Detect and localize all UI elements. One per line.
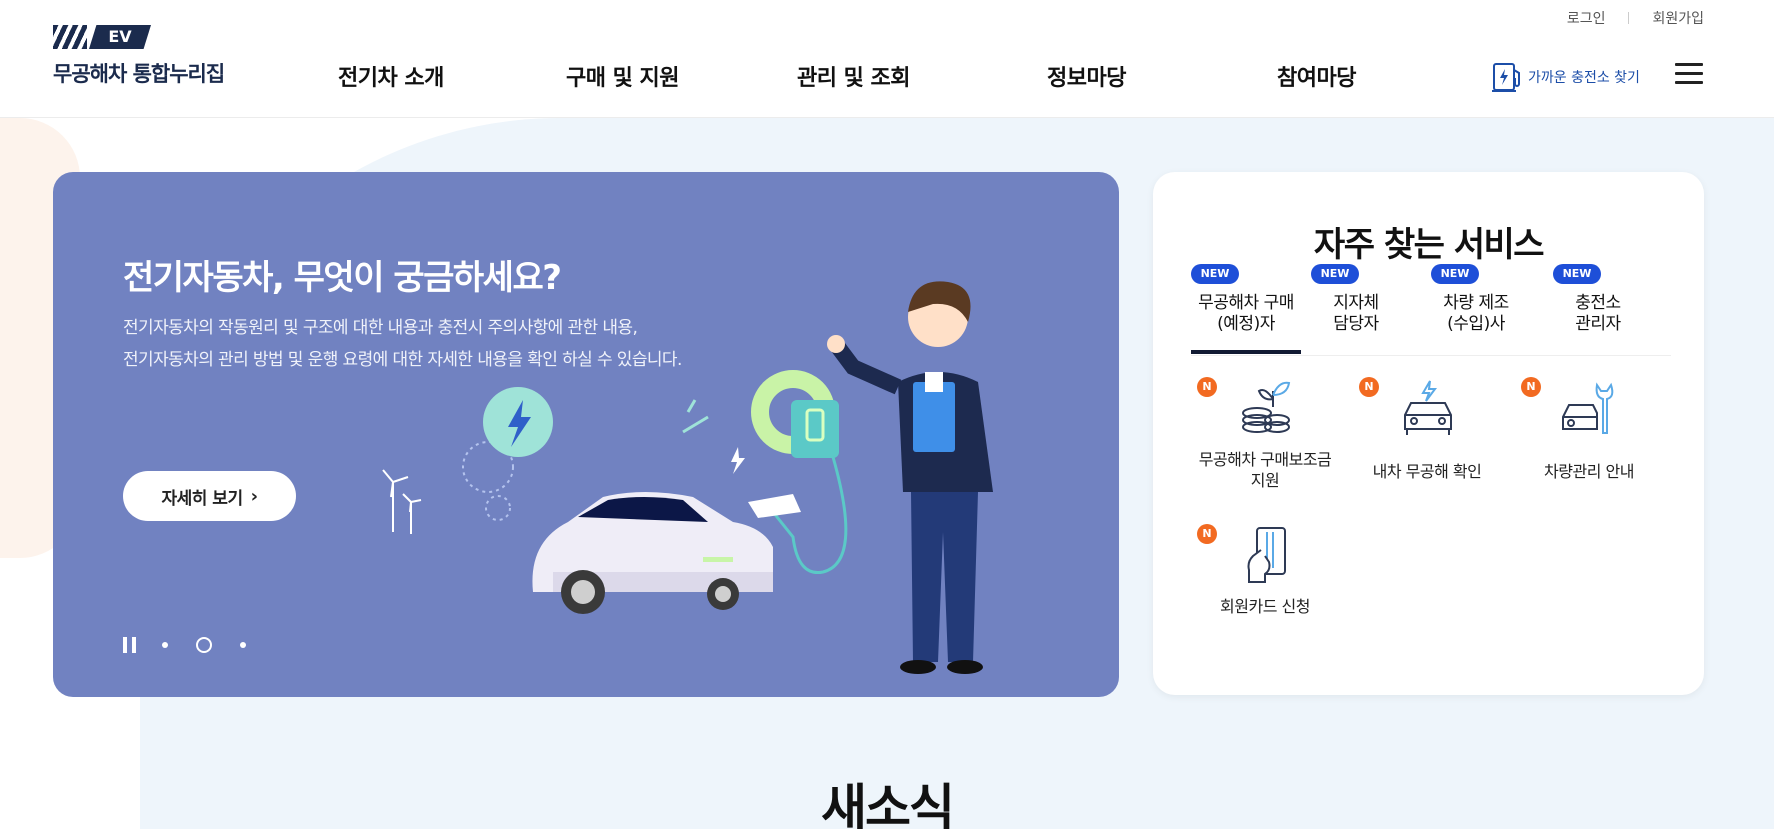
n-badge: N — [1197, 524, 1217, 544]
new-badge: NEW — [1191, 264, 1239, 284]
news-section-title: 새소식 — [821, 779, 955, 829]
slider-controls — [123, 637, 274, 653]
service-item-subsidy[interactable]: N 무공해차 구매보조금 지원 — [1185, 377, 1345, 490]
hero-detail-label: 자세히 보기 — [161, 488, 243, 509]
charging-station-icon — [1492, 63, 1520, 92]
nav-manage-lookup[interactable]: 관리 및 조회 — [797, 60, 911, 92]
guide-person-illustration — [827, 281, 993, 674]
n-badge: N — [1521, 377, 1541, 397]
car-wrench-icon — [1562, 382, 1614, 434]
tab-label: 무공해차 구매 (예정)자 — [1198, 293, 1294, 334]
tab-label: 지자체 담당자 — [1333, 293, 1379, 334]
ev-car-icon — [1404, 380, 1452, 435]
tab-label: 충전소 관리자 — [1575, 293, 1621, 334]
services-title: 자주 찾는 서비스 — [1313, 225, 1545, 265]
services-tab-list: NEW 무공해차 구매 (예정)자 NEW 지자체 담당자 NEW 차량 제조 (수입… — [1191, 264, 1671, 356]
site-logo[interactable]: EV 무공해차 통합누리집 — [53, 24, 225, 88]
chevron-right-icon: › — [250, 485, 258, 507]
site-header: EV 무공해차 통합누리집 로그인 회원가입 전기차 소개 구매 및 지원 관리… — [0, 0, 1774, 118]
logo-badge: EV — [89, 25, 151, 49]
wind-turbine-icon — [382, 469, 422, 534]
ev-charging-illustration — [382, 281, 993, 674]
logo-stripes-icon — [53, 25, 87, 49]
ev-car-illustration — [532, 492, 773, 614]
service-item-label: 무공해차 구매보조금 지원 — [1198, 450, 1332, 490]
nav-purchase-support[interactable]: 구매 및 지원 — [566, 60, 680, 92]
nav-participation[interactable]: 참여마당 — [1277, 60, 1356, 92]
charge-station-finder-label: 가까운 충전소 찾기 — [1528, 70, 1640, 86]
service-item-label: 내차 무공해 확인 — [1372, 462, 1482, 481]
n-badge: N — [1359, 377, 1379, 397]
login-link[interactable]: 로그인 — [1567, 8, 1606, 28]
member-card-icon — [1247, 527, 1286, 583]
tab-label: 차량 제조 (수입)사 — [1443, 293, 1509, 334]
utility-links: 로그인 회원가입 — [1567, 8, 1704, 28]
slide-dot[interactable] — [162, 642, 168, 648]
util-divider — [1628, 12, 1630, 24]
new-badge: NEW — [1431, 264, 1479, 284]
service-item-car-care[interactable]: N 차량관리 안내 — [1509, 377, 1669, 487]
hero-banner: 전기자동차, 무엇이 궁금하세요? 전기자동차의 작동원리 및 구조에 대한 내… — [53, 172, 1119, 697]
service-item-label: 차량관리 안내 — [1544, 462, 1634, 481]
logo-mark: EV — [53, 24, 224, 50]
new-badge: NEW — [1553, 264, 1601, 284]
hero-detail-button[interactable]: 자세히 보기 › — [123, 471, 296, 521]
logo-text: 무공해차 통합누리집 — [53, 62, 225, 86]
charge-station-finder-link[interactable]: 가까운 충전소 찾기 — [1490, 60, 1640, 94]
n-badge: N — [1197, 377, 1217, 397]
service-item-label: 회원카드 신청 — [1220, 597, 1310, 616]
new-badge: NEW — [1311, 264, 1359, 284]
slide-dot-active[interactable] — [196, 637, 212, 653]
signup-link[interactable]: 회원가입 — [1652, 8, 1704, 28]
pause-icon[interactable] — [123, 637, 136, 653]
hamburger-menu-icon[interactable] — [1675, 63, 1703, 85]
slide-dot[interactable] — [240, 642, 246, 648]
nav-info[interactable]: 정보마당 — [1047, 60, 1126, 92]
frequent-services-card: 자주 찾는 서비스 NEW 무공해차 구매 (예정)자 NEW 지자체 담당자 NE… — [1153, 172, 1704, 695]
nav-ev-intro[interactable]: 전기차 소개 — [338, 60, 444, 92]
service-item-member-card[interactable]: N 회원카드 신청 — [1185, 524, 1345, 634]
service-item-check-car[interactable]: N 내차 무공해 확인 — [1347, 377, 1507, 487]
coins-plant-icon — [1242, 381, 1291, 433]
